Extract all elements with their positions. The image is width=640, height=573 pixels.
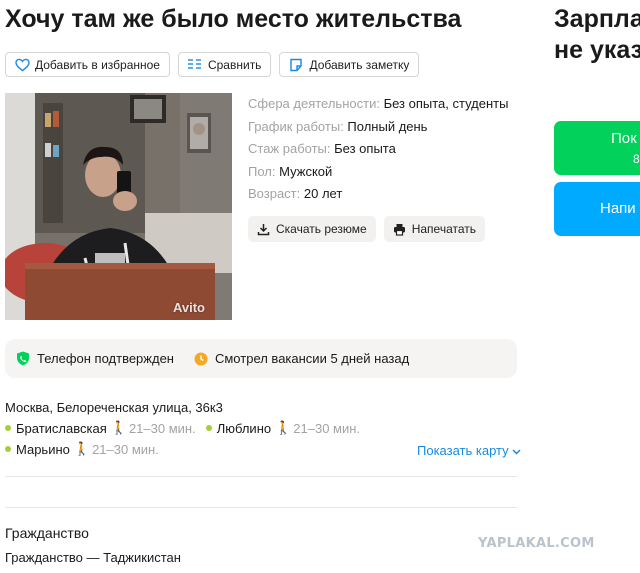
salary-line-1: Зарпла bbox=[554, 5, 640, 33]
compare-icon bbox=[187, 57, 203, 73]
download-resume-button[interactable]: Скачать резюме bbox=[248, 216, 376, 242]
compare-button[interactable]: Сравнить bbox=[177, 52, 272, 77]
detail-label: График работы: bbox=[248, 118, 344, 134]
metro-line-dot bbox=[205, 425, 212, 431]
write-message-label: Напи bbox=[600, 200, 636, 217]
heart-icon bbox=[14, 57, 30, 73]
toolbar: Добавить в избранное Сравнить Добавить з… bbox=[5, 52, 420, 77]
detail-row-age: Возраст: 20 лет bbox=[248, 183, 508, 206]
detail-label: Возраст: bbox=[248, 186, 301, 201]
site-watermark: YAPLAKAL.COM bbox=[478, 536, 595, 551]
metro-station-name: Братиславская bbox=[16, 420, 107, 436]
resume-photo[interactable]: Avito bbox=[5, 93, 232, 320]
detail-row-activity: Сфера деятельности: Без опыта, студенты bbox=[248, 93, 508, 116]
show-map-label: Показать карту bbox=[417, 443, 509, 458]
divider bbox=[5, 476, 517, 477]
add-note-label: Добавить заметку bbox=[309, 57, 410, 72]
add-to-favorites-button[interactable]: Добавить в избранное bbox=[5, 52, 170, 77]
status-bar: Телефон подтвержден Смотрел вакансии 5 д… bbox=[5, 339, 517, 378]
download-resume-label: Скачать резюме bbox=[276, 222, 367, 236]
detail-label: Пол: bbox=[248, 163, 276, 179]
page-title: Хочу там же было место жительства bbox=[5, 5, 462, 33]
resume-details: Сфера деятельности: Без опыта, студенты … bbox=[248, 93, 508, 206]
detail-value: Без опыта bbox=[334, 141, 396, 156]
note-icon bbox=[288, 57, 304, 73]
show-phone-sublabel: 8 bbox=[633, 152, 640, 166]
metro-row-1: Братиславская 🚶 21–30 мин. Люблино 🚶 21–… bbox=[5, 420, 370, 436]
metro-walk-time: 21–30 мин. bbox=[128, 420, 196, 436]
photo-illustration bbox=[5, 93, 232, 320]
detail-value: Мужской bbox=[279, 163, 333, 179]
printer-icon bbox=[393, 223, 406, 236]
shield-phone-icon bbox=[17, 351, 29, 366]
metro-line-dot bbox=[5, 425, 11, 431]
detail-value: Без опыта, студенты bbox=[383, 96, 509, 111]
detail-label: Сфера деятельности: bbox=[248, 96, 380, 111]
walking-icon: 🚶 bbox=[110, 420, 127, 435]
metro-walk-time: 21–30 мин. bbox=[293, 420, 361, 436]
clock-icon bbox=[194, 352, 208, 365]
metro-station-name: Люблино bbox=[216, 420, 272, 436]
detail-value: 20 лет bbox=[303, 186, 343, 201]
detail-row-gender: Пол: Мужской bbox=[248, 161, 508, 184]
metro-line-dot bbox=[5, 446, 11, 452]
salary-label: Зарпла не указ bbox=[554, 4, 640, 66]
phone-verified-label: Телефон подтвержден bbox=[37, 351, 174, 366]
chevron-down-icon bbox=[512, 443, 521, 458]
show-phone-button[interactable]: Пок 8 bbox=[554, 121, 640, 175]
walking-icon: 🚶 bbox=[275, 420, 292, 435]
divider bbox=[5, 507, 517, 508]
compare-label: Сравнить bbox=[207, 57, 262, 72]
show-phone-label: Пок bbox=[611, 130, 637, 147]
add-to-favorites-label: Добавить в избранное bbox=[35, 57, 160, 72]
add-note-button[interactable]: Добавить заметку bbox=[279, 52, 420, 77]
resume-actions: Скачать резюме Напечатать bbox=[248, 216, 486, 242]
detail-row-schedule: График работы: Полный день bbox=[248, 116, 508, 139]
write-message-button[interactable]: Напи bbox=[554, 182, 640, 236]
metro-row-2: Марьино 🚶 21–30 мин. bbox=[5, 441, 169, 457]
detail-row-experience: Стаж работы: Без опыта bbox=[248, 138, 508, 161]
phone-verified-status: Телефон подтвержден bbox=[16, 351, 174, 366]
detail-label: Стаж работы: bbox=[248, 141, 331, 156]
last-viewed-status: Смотрел вакансии 5 дней назад bbox=[194, 351, 409, 366]
last-viewed-label: Смотрел вакансии 5 дней назад bbox=[214, 351, 410, 366]
avito-watermark: Avito bbox=[172, 300, 205, 315]
citizenship-value: Гражданство — Таджикистан bbox=[5, 550, 181, 565]
address: Москва, Белореченская улица, 36к3 bbox=[5, 400, 223, 415]
download-icon bbox=[257, 223, 270, 236]
print-button[interactable]: Напечатать bbox=[383, 216, 486, 242]
show-map-link[interactable]: Показать карту bbox=[417, 443, 521, 458]
print-label: Напечатать bbox=[411, 222, 477, 236]
salary-line-2: не указ bbox=[554, 36, 640, 64]
citizenship-heading: Гражданство bbox=[5, 525, 89, 541]
detail-value: Полный день bbox=[347, 118, 428, 134]
walking-icon: 🚶 bbox=[73, 441, 91, 456]
metro-walk-time: 21–30 мин. bbox=[92, 441, 159, 457]
metro-station-name: Марьино bbox=[16, 441, 70, 457]
